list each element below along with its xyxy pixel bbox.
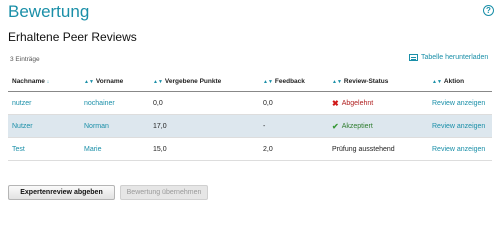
page-title: Bewertung [8, 2, 90, 21]
accepted-check-icon: ✔ [332, 121, 339, 131]
peer-reviews-table: Nachname ↓ ▲▼ Vorname ▲▼ Vergebene Punkte … [8, 71, 492, 161]
sort-icon: ▲▼ [432, 78, 442, 85]
help-icon[interactable]: ? [483, 5, 494, 16]
cell-points: 17,0 [149, 114, 259, 138]
rejected-x-icon: ✖ [332, 98, 339, 108]
sort-icon: ▲▼ [153, 78, 163, 85]
column-header-feedback[interactable]: ▲▼ Feedback [259, 71, 328, 92]
sort-icon: ▲▼ [263, 78, 273, 85]
sort-icon: ▲▼ [84, 78, 94, 85]
cell-points: 15,0 [149, 137, 259, 161]
expert-review-button[interactable]: Expertenreview abgeben [8, 185, 115, 200]
column-header-action[interactable]: ▲▼ Aktion [428, 71, 492, 92]
column-header-points[interactable]: ▲▼ Vergebene Punkte [149, 71, 259, 92]
cell-feedback: 0,0 [259, 91, 328, 115]
cell-status: ✔ Akzeptiert [328, 114, 428, 138]
status-badge: Abgelehnt [341, 99, 374, 107]
download-table-label: Tabelle herunterladen [421, 54, 489, 61]
review-anzeigen-link[interactable]: Review anzeigen [428, 114, 492, 138]
cell-feedback: - [259, 114, 328, 138]
download-table-link[interactable]: Tabelle herunterladen [409, 54, 488, 61]
column-header-firstname[interactable]: ▲▼ Vorname [80, 71, 149, 92]
table-icon [409, 54, 418, 61]
column-header-status[interactable]: ▲▼ Review-Status [328, 71, 428, 92]
cell-firstname[interactable]: Norman [80, 114, 149, 138]
cell-lastname[interactable]: Test [8, 137, 80, 161]
review-anzeigen-link[interactable]: Review anzeigen [428, 137, 492, 161]
sort-icon: ▲▼ [332, 78, 342, 85]
cell-points: 0,0 [149, 91, 259, 115]
cell-status: ✖ Abgelehnt [328, 91, 428, 115]
section-title: Erhaltene Peer Reviews [8, 30, 137, 44]
cell-feedback: 2,0 [259, 137, 328, 161]
cell-lastname[interactable]: Nutzer [8, 114, 80, 138]
cell-firstname[interactable]: Marie [80, 137, 149, 161]
cell-lastname[interactable]: nutzer [8, 91, 80, 115]
table-row: Nutzer Norman 17,0 - ✔ Akzeptiert Review … [8, 114, 492, 138]
cell-status: Prüfung ausstehend [328, 137, 428, 161]
entries-count: 3 Einträge [10, 56, 40, 63]
column-header-lastname[interactable]: Nachname ↓ [8, 71, 80, 92]
cell-firstname[interactable]: nochainer [80, 91, 149, 115]
status-badge: Akzeptiert [341, 122, 373, 130]
sort-icon: ↓ [46, 78, 50, 85]
review-anzeigen-link[interactable]: Review anzeigen [428, 91, 492, 115]
table-row: nutzer nochainer 0,0 0,0 ✖ Abgelehnt Revi… [8, 91, 492, 115]
table-row: Test Marie 15,0 2,0 Prüfung ausstehend R… [8, 137, 492, 161]
apply-rating-button: Bewertung übernehmen [120, 185, 208, 200]
